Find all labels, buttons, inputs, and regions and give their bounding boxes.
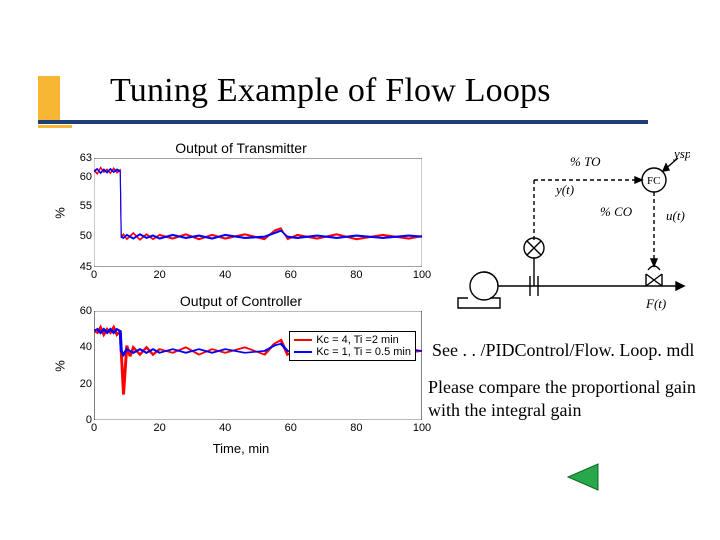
y-axis-label: % xyxy=(52,207,67,219)
label-to: % TO xyxy=(570,154,601,169)
x-axis-label: Time, min xyxy=(56,441,426,456)
y-axis-label: % xyxy=(52,360,67,372)
title-underline xyxy=(38,120,648,124)
legend-swatch-a xyxy=(294,339,312,341)
label-F: F(t) xyxy=(645,296,666,311)
label-fc: FC xyxy=(647,175,660,187)
note-file-path: See . . /PIDControl/Flow. Loop. mdl xyxy=(432,340,694,361)
triangle-left-icon xyxy=(564,462,600,492)
page-title: Tuning Example of Flow Loops xyxy=(110,72,551,110)
flow-loop-diagram: % TO ysp(t) y(t) % CO u(t) F(t) FC xyxy=(440,148,690,318)
label-co: % CO xyxy=(600,204,633,219)
label-ysp: ysp(t) xyxy=(672,148,690,161)
x-ticks: 0 20 40 60 80 100 xyxy=(94,422,422,438)
plot-area xyxy=(94,158,422,267)
title-underline-accent xyxy=(38,125,72,128)
y-ticks: 60 40 20 0 xyxy=(70,311,92,420)
x-ticks: 0 20 40 60 80 100 xyxy=(94,269,422,285)
chart-transmitter: Output of Transmitter % 63 60 55 50 45 0… xyxy=(56,140,426,285)
chart-title: Output of Controller xyxy=(56,293,426,309)
label-u: u(t) xyxy=(666,208,685,223)
chart-title: Output of Transmitter xyxy=(56,140,426,156)
accent-block xyxy=(38,76,60,120)
label-y: y(t) xyxy=(554,182,574,197)
legend: Kc = 4, Ti =2 min Kc = 1, Ti = 0.5 min xyxy=(289,331,416,361)
legend-label: Kc = 1, Ti = 0.5 min xyxy=(316,346,411,358)
chart-controller: Output of Controller % 60 40 20 0 Kc = 4… xyxy=(56,293,426,438)
note-compare: Please compare the proportional gain wit… xyxy=(428,376,698,421)
y-ticks: 63 60 55 50 45 xyxy=(70,158,92,267)
legend-label: Kc = 4, Ti =2 min xyxy=(316,334,399,346)
back-button[interactable] xyxy=(564,462,600,492)
legend-swatch-b xyxy=(294,351,312,353)
plot-area: Kc = 4, Ti =2 min Kc = 1, Ti = 0.5 min xyxy=(94,311,422,420)
